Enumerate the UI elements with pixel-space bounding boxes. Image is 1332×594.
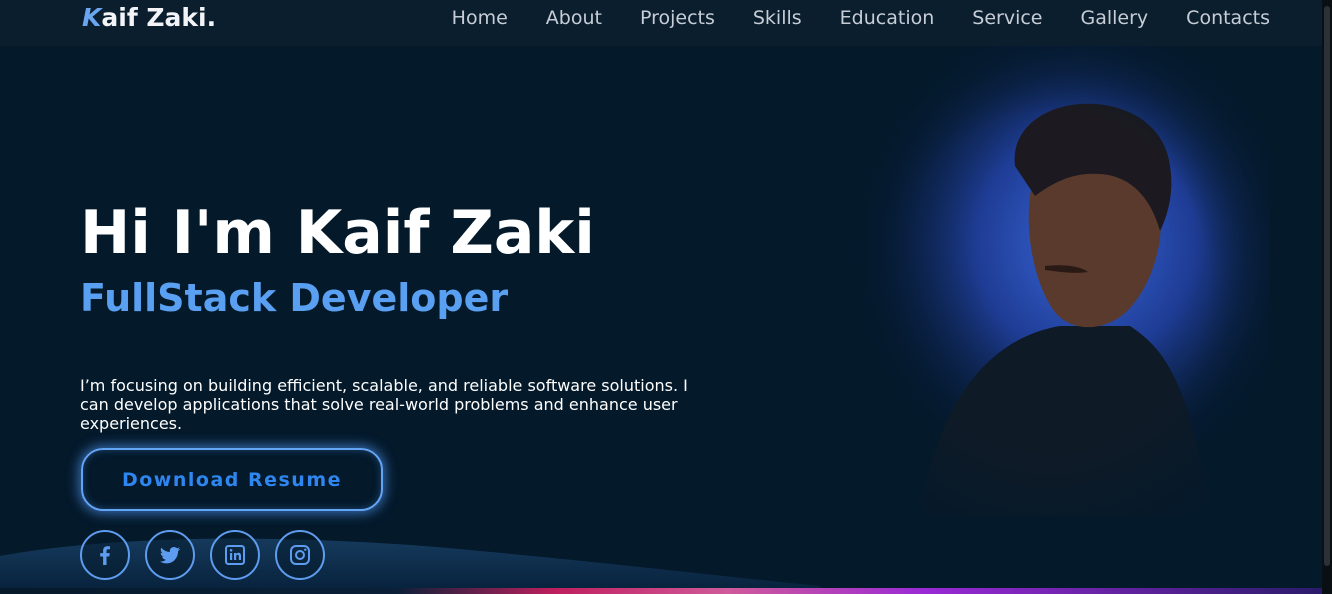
hero-description: I’m focusing on building efficient, scal… [80,376,688,433]
nav-skills[interactable]: Skills [753,7,802,29]
hero-subtitle: FullStack Developer [80,276,509,320]
scrollbar-thumb[interactable] [1324,6,1330,566]
nav-menu: Home About Projects Skills Education Ser… [414,0,1270,36]
facebook-link[interactable] [80,530,130,580]
facebook-icon [100,546,110,565]
linkedin-link[interactable] [210,530,260,580]
nav-projects[interactable]: Projects [640,7,715,29]
nav-gallery[interactable]: Gallery [1081,7,1149,29]
download-resume-button[interactable]: Download Resume [81,448,383,511]
profile-photo [830,46,1270,516]
navbar: Kaif Zaki. Home About Projects Skills Ed… [0,0,1322,46]
nav-about[interactable]: About [546,7,602,29]
nav-home[interactable]: Home [452,7,508,29]
site-logo[interactable]: Kaif Zaki. [82,3,216,32]
bottom-gradient-strip [0,588,1322,594]
instagram-icon [290,545,310,565]
instagram-link[interactable] [275,530,325,580]
twitter-icon [160,547,180,564]
logo-text: aif Zaki. [101,3,217,32]
linkedin-icon [225,545,245,565]
logo-initial: K [82,3,102,32]
nav-contacts[interactable]: Contacts [1186,7,1270,29]
twitter-link[interactable] [145,530,195,580]
page-scrollbar[interactable] [1322,0,1332,594]
social-links [80,530,340,580]
hero-title: Hi I'm Kaif Zaki [80,198,595,268]
nav-service[interactable]: Service [972,7,1042,29]
nav-education[interactable]: Education [840,7,935,29]
